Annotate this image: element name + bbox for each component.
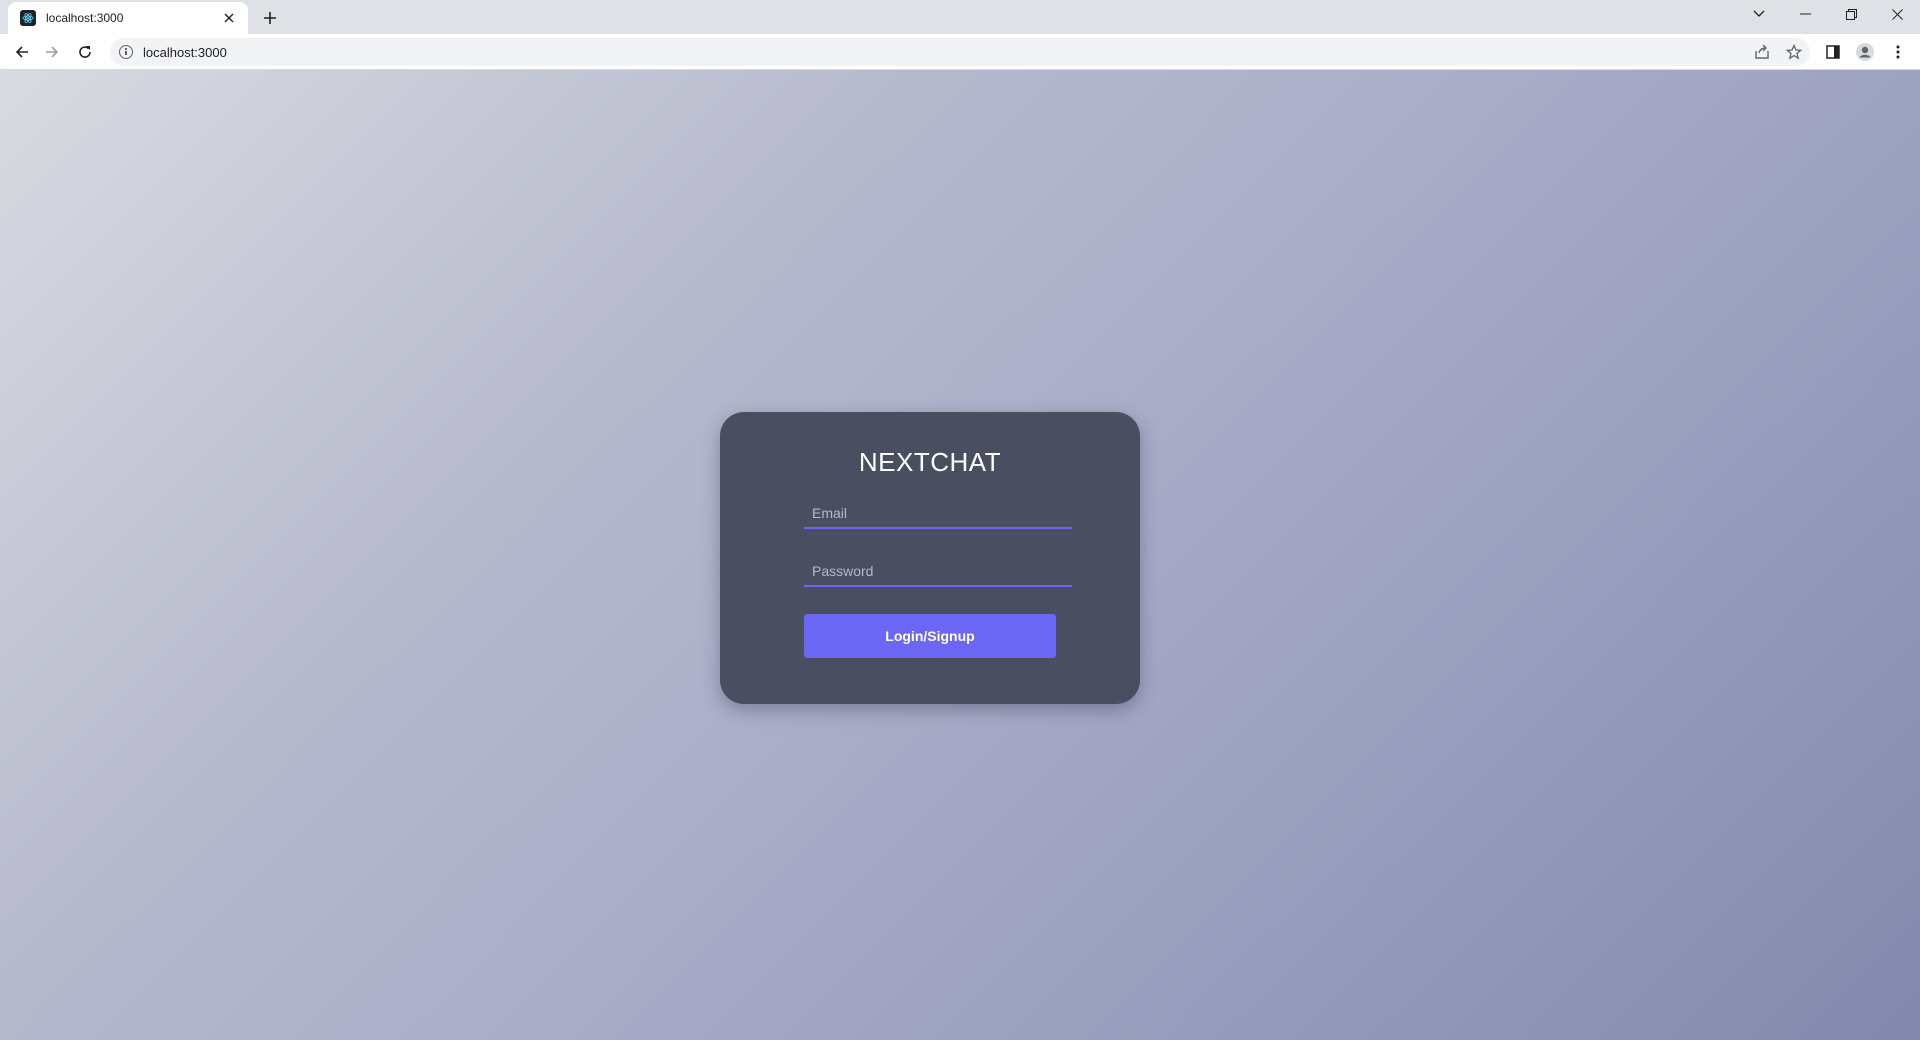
browser-toolbar: localhost:3000	[0, 34, 1920, 70]
minimize-icon[interactable]	[1782, 0, 1828, 28]
login-card: NEXTCHAT Login/Signup	[720, 412, 1140, 704]
reload-icon[interactable]	[73, 40, 97, 64]
menu-kebab-icon[interactable]	[1886, 40, 1910, 64]
restore-icon[interactable]	[1828, 0, 1874, 28]
react-icon	[20, 10, 36, 26]
back-icon[interactable]	[10, 40, 34, 64]
login-signup-button[interactable]: Login/Signup	[804, 614, 1056, 658]
password-field[interactable]	[804, 557, 1072, 587]
forward-icon[interactable]	[40, 40, 64, 64]
page-viewport: NEXTCHAT Login/Signup	[0, 70, 1920, 1040]
new-tab-icon[interactable]	[258, 6, 282, 30]
share-icon[interactable]	[1750, 40, 1774, 64]
close-tab-icon[interactable]	[220, 9, 238, 27]
tab-search-icon[interactable]	[1736, 0, 1782, 28]
app-title: NEXTCHAT	[858, 447, 1002, 477]
side-panel-icon[interactable]	[1821, 40, 1845, 64]
site-info-icon[interactable]	[119, 45, 133, 59]
browser-tab[interactable]: localhost:3000	[8, 2, 248, 34]
url-text: localhost:3000	[143, 44, 227, 60]
email-field[interactable]	[804, 499, 1072, 529]
browser-tabstrip: localhost:3000	[0, 0, 1920, 34]
close-window-icon[interactable]	[1874, 0, 1920, 28]
profile-avatar-icon[interactable]	[1853, 40, 1877, 64]
tab-title: localhost:3000	[46, 11, 124, 25]
bookmark-star-icon[interactable]	[1782, 40, 1806, 64]
address-bar[interactable]: localhost:3000	[110, 38, 1810, 66]
